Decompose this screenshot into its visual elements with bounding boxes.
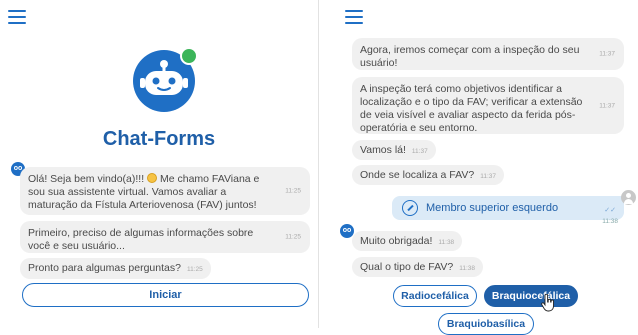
message-text: Vamos lá! [360, 144, 406, 156]
option-braquiocefalica-button[interactable]: Braquiocefálica [484, 285, 578, 307]
chat-message: Qual o tipo de FAV? 11:38 [352, 257, 483, 277]
user-reply-bubble: Membro superior esquerdo ✓✓ 11:38 [392, 196, 624, 225]
message-time: 11:37 [411, 148, 428, 155]
message-time: 11:25 [285, 187, 301, 195]
message-time: 11:37 [599, 50, 615, 58]
message-time: 11:25 [186, 266, 203, 273]
option-radiocefalica-button[interactable]: Radiocefálica [393, 285, 477, 307]
message-text: Primeiro, preciso de algumas informações… [28, 227, 254, 252]
chat-message: Olá! Seja bem vindo(a)!!! Me chamo FAVia… [20, 167, 310, 215]
message-text: Agora, iremos começar com a inspeção do … [360, 44, 580, 69]
message-text: Pronto para algumas perguntas? [28, 262, 181, 274]
message-time: 11:37 [599, 102, 615, 109]
message-text: A inspeção terá como objetivos identific… [360, 83, 583, 134]
robot-logo-icon [133, 47, 198, 112]
message-text: Olá! Seja bem vindo(a)!!! [28, 173, 148, 185]
option-braquiobasilica-button[interactable]: Braquiobasílica [438, 313, 534, 335]
pen-icon [402, 200, 418, 216]
message-text: Muito obrigada! [360, 235, 433, 247]
menu-icon[interactable] [8, 10, 26, 24]
message-time: 11:38 [459, 265, 475, 272]
chat-message: Onde se localiza a FAV? 11:37 [352, 165, 504, 185]
chat-message: Muito obrigada! 11:38 [352, 231, 463, 251]
chat-message: Agora, iremos começar com a inspeção do … [352, 38, 624, 70]
chat-message: Pronto para algumas perguntas? 11:25 [20, 258, 211, 279]
user-reply-text: Membro superior esquerdo [426, 202, 559, 214]
chat-panel-left: Chat-Forms oo Olá! Seja bem vindo(a)!!! … [0, 0, 319, 328]
emoji-icon [147, 173, 158, 183]
message-text: Onde se localiza a FAV? [360, 169, 475, 181]
chat-message: Primeiro, preciso de algumas informações… [20, 221, 310, 253]
message-time: 11:37 [480, 173, 496, 180]
chat-message: A inspeção terá como objetivos identific… [352, 77, 624, 134]
menu-icon[interactable] [345, 10, 363, 24]
chat-message: Vamos lá! 11:37 [352, 140, 436, 160]
user-avatar-icon [621, 190, 636, 205]
message-time: 11:38 [438, 239, 455, 246]
hand-cursor-icon [541, 294, 554, 312]
message-time: 11:38 [602, 218, 618, 225]
brand-title: Chat-Forms [102, 128, 216, 150]
start-button[interactable]: Iniciar [22, 283, 309, 307]
message-text: Qual o tipo de FAV? [360, 261, 454, 273]
message-time: 11:25 [285, 233, 301, 241]
